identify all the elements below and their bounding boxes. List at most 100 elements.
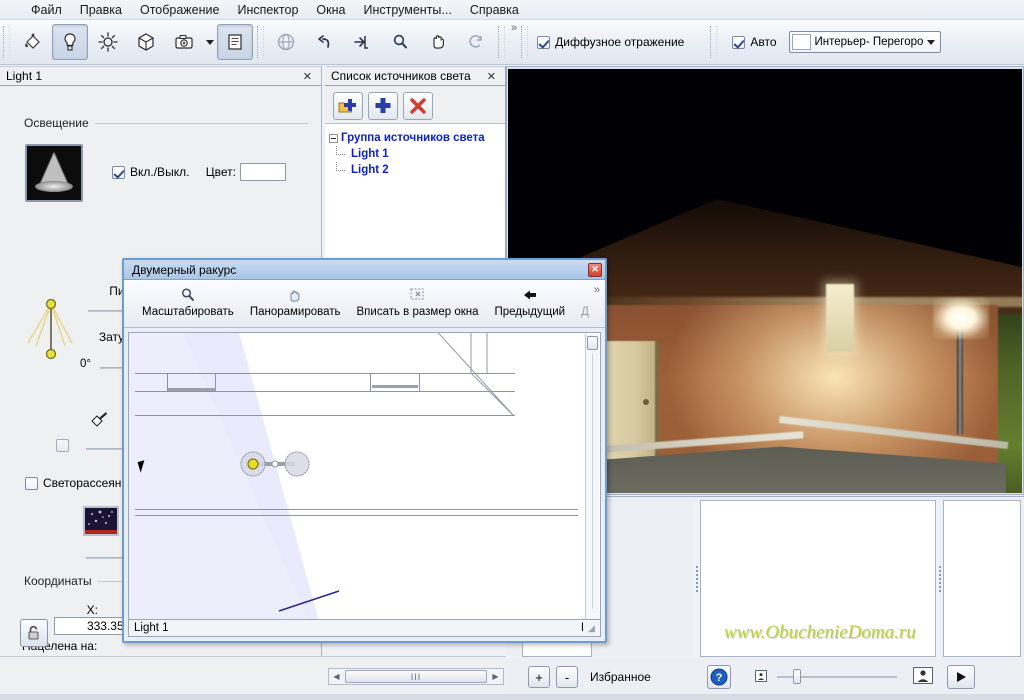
undo-icon[interactable] [306, 24, 342, 60]
enter-arrow-icon[interactable] [344, 24, 380, 60]
status-caret: I [580, 622, 585, 634]
color-swatch-field[interactable] [240, 163, 286, 181]
auto-checkbox[interactable]: Авто [732, 35, 777, 49]
menu-item-windows[interactable]: Окна [307, 1, 354, 19]
close-icon[interactable]: ✕ [300, 70, 315, 83]
auto-checkbox-box[interactable] [732, 35, 746, 49]
color-label: Цвет: [205, 165, 236, 179]
menu-item-display[interactable]: Отображение [131, 1, 228, 19]
magnifier-icon-2d [179, 284, 197, 306]
close-icon-light-list[interactable]: ✕ [484, 70, 499, 83]
list-panel-icon[interactable] [217, 24, 253, 60]
diffuse-checkbox-box[interactable] [537, 35, 551, 49]
toolbar-grip-3[interactable] [498, 26, 505, 58]
toolbar-grip[interactable] [3, 26, 10, 58]
toolbar-grip-2[interactable] [257, 26, 264, 58]
back-arrow-icon-2d [521, 284, 539, 306]
toolbar-grip-4[interactable] [521, 26, 529, 58]
secondary-checkbox[interactable] [56, 439, 69, 452]
zoom-tool-2d[interactable]: Масштабировать [134, 282, 242, 320]
paint-bucket-icon[interactable] [14, 24, 50, 60]
catalog-splitter-2[interactable] [936, 500, 943, 657]
toolbar-overflow-icon[interactable]: » [511, 22, 517, 34]
catalog-horizontal-scrollbar[interactable]: ◀ III ▶ [328, 668, 504, 685]
delete-light-button[interactable] [403, 92, 433, 120]
zoom-tool-2d-label: Масштабировать [142, 306, 234, 318]
light-angle-diagram [22, 291, 80, 374]
hand-pan-icon[interactable] [420, 24, 456, 60]
toolbar-grip-5[interactable] [710, 26, 718, 58]
tree-item-light-2[interactable]: Light 2 [329, 162, 501, 178]
sky-texture-thumbnail[interactable] [83, 506, 119, 536]
add-light-button[interactable] [368, 92, 398, 120]
camera-dropdown-arrow-icon[interactable] [203, 24, 216, 60]
catalog-detail-pane[interactable] [943, 500, 1021, 657]
scrollbar-thumb[interactable]: III [345, 670, 487, 683]
scatter-checkbox[interactable]: Светорассеяние [25, 476, 135, 490]
refresh-icon[interactable] [458, 24, 494, 60]
add-light-group-button[interactable] [333, 92, 363, 120]
light-tree[interactable]: Группа источников света Light 1 Light 2 [325, 124, 505, 258]
menu-item-help[interactable]: Справка [461, 1, 528, 19]
previous-view-tool-2d-label: Предыдущий [494, 306, 566, 318]
catalog-add-button[interactable]: + [528, 666, 550, 688]
light-list-titlebar: Список источников света ✕ [325, 67, 505, 86]
catalog-splitter-1[interactable] [693, 500, 700, 657]
plan-wall-line [135, 509, 578, 510]
material-combo[interactable]: Интерьер- Перегоро [788, 31, 941, 53]
cube-icon[interactable] [128, 24, 164, 60]
light-preview-thumbnail[interactable] [25, 144, 83, 202]
window-2d-status-right: I ◢ [581, 622, 595, 634]
menu-bar: Файл Правка Отображение Инспектор Окна И… [0, 0, 1024, 20]
light-gizmo-icon[interactable] [88, 409, 110, 434]
scroll-left-icon[interactable]: ◀ [329, 669, 344, 684]
close-icon-2d[interactable]: ✕ [588, 262, 602, 277]
fit-window-tool-2d[interactable]: Вписать в размер окна [349, 282, 487, 320]
scatter-checkbox-box[interactable] [25, 476, 38, 490]
magnifier-icon[interactable] [382, 24, 418, 60]
pan-tool-2d-label: Панорамировать [249, 306, 341, 318]
plan-wall-line [135, 515, 578, 516]
lamp-glow [933, 297, 989, 339]
canvas-vertical-scrollbar[interactable] [585, 334, 599, 619]
lock-icon[interactable] [20, 619, 48, 647]
extra-tool-2d-label: Д [581, 306, 589, 318]
resize-grip-icon[interactable]: ◢ [588, 623, 595, 634]
play-walkthrough-button[interactable] [946, 665, 975, 689]
on-off-checkbox-label: Вкл./Выкл. [130, 165, 190, 179]
view-scale-slider[interactable] [776, 669, 897, 685]
orbit-icon[interactable] [268, 24, 304, 60]
fit-window-tool-2d-label: Вписать в размер окна [356, 306, 479, 318]
on-off-checkbox[interactable]: Вкл./Выкл. [112, 165, 189, 179]
floor-plan-canvas[interactable] [128, 332, 601, 620]
pan-tool-2d[interactable]: Панорамировать [242, 282, 349, 320]
bottom-toolbar: + - Избранное ? [506, 658, 1024, 696]
tree-item-light-1[interactable]: Light 1 [329, 146, 501, 162]
two-dimensional-view-window[interactable]: Двумерный ракурс ✕ Масштабировать Панора… [122, 258, 607, 643]
vscrollbar-thumb[interactable] [587, 336, 598, 350]
menu-item-tools[interactable]: Инструменты... [354, 1, 460, 19]
view-scale-knob[interactable] [792, 669, 801, 684]
on-off-checkbox-box[interactable] [112, 165, 125, 179]
catalog-remove-button[interactable]: - [556, 666, 578, 688]
menu-item-inspector[interactable]: Инспектор [228, 1, 307, 19]
sun-icon[interactable] [90, 24, 126, 60]
previous-view-tool-2d[interactable]: Предыдущий [487, 282, 574, 320]
help-icon[interactable]: ? [706, 665, 731, 689]
light-list-toolbar [325, 86, 505, 124]
menu-item-file[interactable]: Файл [22, 1, 71, 19]
watermark-text: www.ObuchenieDoma.ru [724, 622, 916, 643]
menu-item-edit[interactable]: Правка [71, 1, 131, 19]
window-2d-overflow-icon[interactable]: » [594, 284, 600, 296]
chevron-down-icon[interactable] [926, 39, 935, 45]
window-2d-titlebar[interactable]: Двумерный ракурс ✕ [124, 260, 605, 280]
tree-group-row[interactable]: Группа источников света [329, 130, 501, 146]
window-2d-toolbar: Масштабировать Панорамировать Вписать в … [124, 280, 605, 328]
light-gizmo-2d[interactable] [235, 449, 315, 482]
x-label: X: [86, 603, 98, 617]
light-bulb-icon[interactable] [52, 24, 88, 60]
diffuse-reflection-checkbox[interactable]: Диффузное отражение [537, 35, 684, 49]
camera-icon[interactable] [166, 24, 202, 60]
scroll-right-icon[interactable]: ▶ [488, 669, 503, 684]
collapse-icon[interactable] [329, 133, 338, 143]
